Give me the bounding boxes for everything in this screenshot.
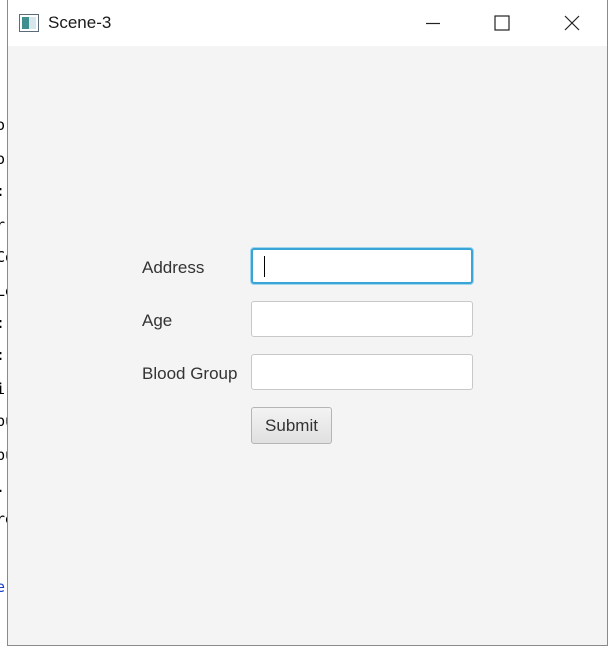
background-text-fragment: r <box>0 216 6 234</box>
java-app-icon <box>19 14 39 32</box>
background-text-fragment: . <box>0 478 5 496</box>
age-label: Age <box>142 311 173 330</box>
background-text-fragment: e <box>0 578 6 596</box>
address-input[interactable] <box>251 248 473 284</box>
window-title: Scene-3 <box>48 13 112 32</box>
app-window: Scene-3 Address Age Blood Group Submit <box>7 0 608 646</box>
background-text-fragment: : <box>0 314 5 332</box>
background-text-fragment: i <box>0 380 6 398</box>
background-text-fragment: o <box>0 150 6 168</box>
minimize-icon <box>426 22 440 25</box>
background-text-fragment: : <box>0 346 5 364</box>
submit-button[interactable]: Submit <box>251 407 332 444</box>
close-icon <box>564 15 580 31</box>
blood-group-input[interactable] <box>251 354 473 390</box>
text-caret <box>264 256 265 277</box>
address-label: Address <box>142 258 205 277</box>
maximize-icon <box>494 15 510 31</box>
blood-group-label: Blood Group <box>142 364 238 383</box>
maximize-button[interactable] <box>479 0 525 46</box>
minimize-button[interactable] <box>410 0 456 46</box>
background-text-fragment: : <box>0 182 5 200</box>
close-button[interactable] <box>549 0 595 46</box>
title-bar[interactable]: Scene-3 <box>8 0 607 46</box>
age-input[interactable] <box>251 301 473 337</box>
